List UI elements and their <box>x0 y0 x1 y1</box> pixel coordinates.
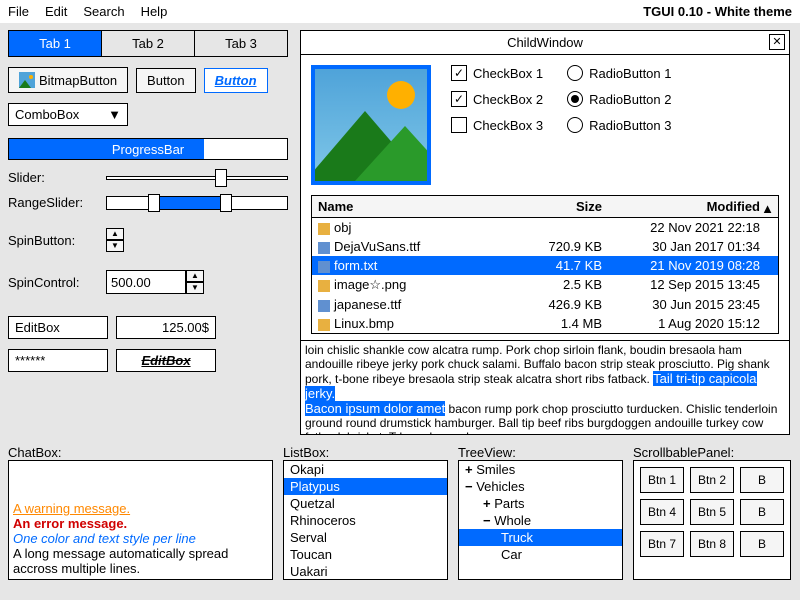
slider-label: Slider: <box>8 170 98 185</box>
col-modified[interactable]: Modified▲ <box>608 196 778 217</box>
close-icon[interactable]: ✕ <box>769 34 785 50</box>
editbox-styled[interactable]: EditBox <box>116 349 216 372</box>
panel-btn-5[interactable]: Btn 5 <box>690 499 734 525</box>
tree-node[interactable]: − Vehicles <box>459 478 622 495</box>
file-row[interactable]: form.txt41.7 KB21 Nov 2019 08:28 <box>312 256 778 275</box>
file-row[interactable]: obj22 Nov 2021 22:18 <box>312 218 778 237</box>
spin-up-icon[interactable]: ▲ <box>186 270 204 282</box>
spin-control[interactable]: ▲▼ <box>106 270 204 294</box>
chatbox[interactable]: A warning message. An error message. One… <box>8 460 273 580</box>
panel-btn-1[interactable]: Btn 1 <box>640 467 684 493</box>
panel-btn-2[interactable]: Btn 2 <box>690 467 734 493</box>
window-title: TGUI 0.10 - White theme <box>643 4 792 19</box>
scrollpanel-label: ScrollbablePanel: <box>633 445 791 460</box>
panel-btn-7[interactable]: Btn 7 <box>640 531 684 557</box>
checkbox-2[interactable]: ✓CheckBox 2 <box>451 91 543 107</box>
tab-bar: Tab 1Tab 2Tab 3 <box>8 30 288 57</box>
list-item[interactable]: Quetzal <box>284 495 447 512</box>
textarea[interactable]: loin chislic shankle cow alcatra rump. P… <box>300 340 790 435</box>
menu-search[interactable]: Search <box>83 4 124 19</box>
tab-2[interactable]: Tab 2 <box>102 31 195 56</box>
chat-styled: One color and text style per line <box>13 531 268 546</box>
file-row[interactable]: japanese.ttf426.9 KB30 Jun 2015 23:45 <box>312 295 778 314</box>
chevron-down-icon: ▼ <box>108 107 121 122</box>
panel-btn-8[interactable]: Btn 8 <box>690 531 734 557</box>
tab-3[interactable]: Tab 3 <box>195 31 287 56</box>
editbox-plain[interactable]: EditBox <box>8 316 108 339</box>
tab-1[interactable]: Tab 1 <box>9 31 102 56</box>
panel-btn-4[interactable]: Btn 4 <box>640 499 684 525</box>
combobox[interactable]: ComboBox▼ <box>8 103 128 126</box>
list-item[interactable]: Toucan <box>284 546 447 563</box>
picture-widget <box>311 65 431 185</box>
radiobutton-2[interactable]: RadioButton 2 <box>567 91 671 107</box>
range-slider[interactable] <box>106 196 288 210</box>
checkbox-1[interactable]: ✓CheckBox 1 <box>451 65 543 81</box>
editbox-password[interactable]: ****** <box>8 349 108 372</box>
chat-error: An error message. <box>13 516 268 531</box>
chat-warning: A warning message. <box>13 501 268 516</box>
spin-button[interactable]: ▲▼ <box>106 228 124 252</box>
spinbutton-label: SpinButton: <box>8 233 98 248</box>
checkbox-3[interactable]: CheckBox 3 <box>451 117 543 133</box>
tree-node[interactable]: Car <box>459 546 622 563</box>
tree-node[interactable]: − Whole <box>459 512 622 529</box>
listbox[interactable]: OkapiPlatypusQuetzalRhinocerosServalTouc… <box>283 460 448 580</box>
panel-btn-6[interactable]: B <box>740 499 784 525</box>
list-item[interactable]: Serval <box>284 529 447 546</box>
treeview[interactable]: + Smiles− Vehicles+ Parts− WholeTruckCar <box>458 460 623 580</box>
spin-down-icon[interactable]: ▼ <box>186 282 204 294</box>
styled-button[interactable]: Button <box>204 68 268 93</box>
spin-down-icon[interactable]: ▼ <box>106 240 124 252</box>
tree-node[interactable]: + Smiles <box>459 461 622 478</box>
plain-button[interactable]: Button <box>136 68 196 93</box>
file-row[interactable]: image☆.png2.5 KB12 Sep 2015 13:45 <box>312 275 778 295</box>
spincontrol-label: SpinControl: <box>8 275 98 290</box>
slider[interactable] <box>106 176 288 180</box>
tree-node[interactable]: Truck <box>459 529 622 546</box>
list-item[interactable]: Rhinoceros <box>284 512 447 529</box>
menu-edit[interactable]: Edit <box>45 4 67 19</box>
chat-long: A long message automatically spread accr… <box>13 546 268 576</box>
file-listview[interactable]: Name Size Modified▲ obj22 Nov 2021 22:18… <box>311 195 779 334</box>
col-size[interactable]: Size <box>518 196 608 217</box>
radiobutton-3[interactable]: RadioButton 3 <box>567 117 671 133</box>
treeview-label: TreeView: <box>458 445 623 460</box>
progressbar: ProgressBar <box>8 138 288 160</box>
chatbox-label: ChatBox: <box>8 445 273 460</box>
listbox-label: ListBox: <box>283 445 448 460</box>
panel-btn-3[interactable]: B <box>740 467 784 493</box>
panel-btn-9[interactable]: B <box>740 531 784 557</box>
menu-help[interactable]: Help <box>141 4 168 19</box>
spincontrol-input[interactable] <box>106 270 186 294</box>
childwindow-titlebar[interactable]: ChildWindow ✕ <box>301 31 789 55</box>
editbox-money[interactable]: 125.00$ <box>116 316 216 339</box>
col-name[interactable]: Name <box>312 196 518 217</box>
radiobutton-1[interactable]: RadioButton 1 <box>567 65 671 81</box>
file-row[interactable]: DejaVuSans.ttf720.9 KB30 Jan 2017 01:34 <box>312 237 778 256</box>
picture-icon <box>19 72 35 88</box>
bitmap-button[interactable]: BitmapButton <box>8 67 128 93</box>
sort-asc-icon: ▲ <box>761 201 774 216</box>
list-item[interactable]: Platypus <box>284 478 447 495</box>
scrollable-panel[interactable]: Btn 1Btn 2BBtn 4Btn 5BBtn 7Btn 8B <box>633 460 791 580</box>
child-window: ChildWindow ✕ ✓CheckBox 1 ✓CheckBox 2 Chec… <box>300 30 790 345</box>
file-row[interactable]: Linux.bmp1.4 MB1 Aug 2020 15:12 <box>312 314 778 333</box>
spin-up-icon[interactable]: ▲ <box>106 228 124 240</box>
tree-node[interactable]: + Parts <box>459 495 622 512</box>
menu-file[interactable]: File <box>8 4 29 19</box>
list-item[interactable]: Okapi <box>284 461 447 478</box>
rangeslider-label: RangeSlider: <box>8 195 98 210</box>
list-item[interactable]: Uakari <box>284 563 447 580</box>
